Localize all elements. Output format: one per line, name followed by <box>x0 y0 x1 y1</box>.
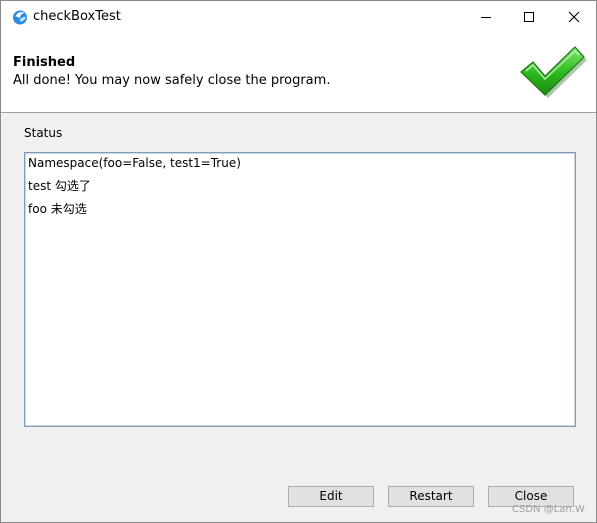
close-window-button[interactable] <box>551 1 596 34</box>
watermark: CSDN @Lan.W <box>512 504 585 515</box>
app-logo-icon <box>12 9 28 25</box>
minimize-button[interactable] <box>463 1 508 34</box>
maximize-icon <box>523 8 535 27</box>
header-panel: Finished All done! You may now safely cl… <box>1 34 596 113</box>
minimize-icon <box>480 8 492 27</box>
header-title: Finished <box>13 55 76 70</box>
status-label: Status <box>24 126 63 140</box>
window-title: checkBoxTest <box>33 9 121 24</box>
title-bar[interactable]: checkBoxTest <box>1 1 596 34</box>
close-icon <box>568 8 580 27</box>
restart-button[interactable]: Restart <box>388 486 474 507</box>
status-line: test 勾选了 <box>28 179 91 193</box>
checkmark-icon <box>517 43 589 101</box>
status-line: foo 未勾选 <box>28 202 87 216</box>
header-subtitle: All done! You may now safely close the p… <box>13 73 331 88</box>
maximize-button[interactable] <box>506 1 551 34</box>
edit-button[interactable]: Edit <box>288 486 374 507</box>
app-window: checkBoxTest Finished All done! You may … <box>0 0 597 523</box>
status-output-area[interactable]: Namespace(foo=False, test1=True) test 勾选… <box>24 152 576 427</box>
status-line: Namespace(foo=False, test1=True) <box>28 156 241 170</box>
